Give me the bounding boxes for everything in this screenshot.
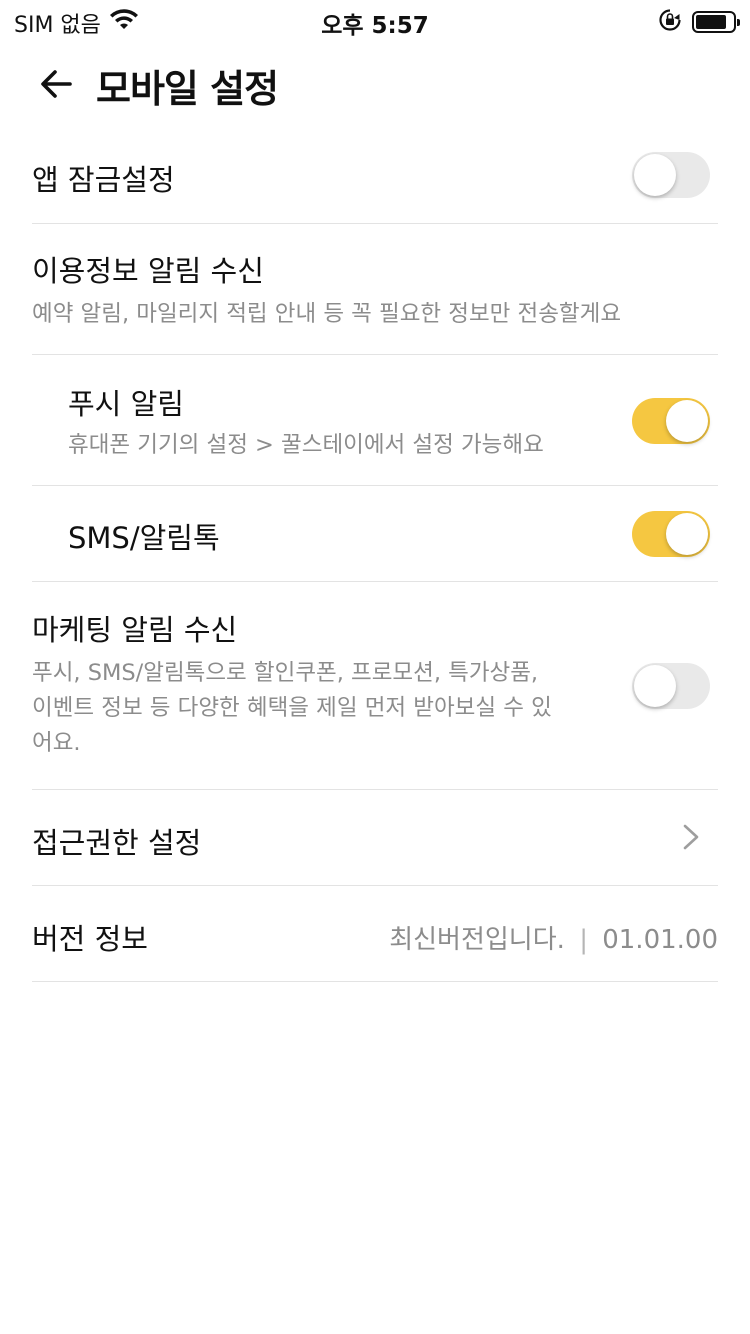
page-title: 모바일 설정 — [96, 67, 279, 111]
usage-notice-section: 이용정보 알림 수신 예약 알림, 마일리지 적립 안내 등 꼭 필요한 정보만… — [32, 224, 718, 355]
toggle-knob — [666, 400, 708, 442]
sms-toggle[interactable] — [632, 511, 710, 557]
status-bar: SIM 없음 오후 5:57 — [0, 0, 750, 40]
mobile-settings-screen: SIM 없음 오후 5:57 모바일 설정 앱 잠금설정 이용정보 알림 수신 … — [0, 0, 750, 1334]
usage-notice-description: 예약 알림, 마일리지 적립 안내 등 꼭 필요한 정보만 전송할게요 — [32, 301, 622, 327]
marketing-description: 푸시, SMS/알림톡으로 할인쿠폰, 프로모션, 특가상품, 이벤트 정보 등… — [32, 656, 552, 761]
back-arrow-icon — [41, 70, 72, 98]
sms-label: SMS/알림톡 — [68, 521, 220, 555]
back-button[interactable] — [34, 62, 78, 106]
marketing-description-line: 푸시, SMS/알림톡으로 할인쿠폰, 프로모션, 특가상품, — [32, 660, 539, 686]
marketing-row: 마케팅 알림 수신 푸시, SMS/알림톡으로 할인쿠폰, 프로모션, 특가상품… — [32, 582, 718, 790]
chevron-right-icon — [683, 824, 699, 850]
status-time: 오후 5:57 — [321, 13, 429, 39]
push-toggle[interactable] — [632, 398, 710, 444]
usage-notice-label: 이용정보 알림 수신 — [32, 254, 264, 288]
status-right — [658, 8, 740, 36]
version-value: 최신버전입니다. | 01.01.00 — [389, 919, 718, 956]
version-separator: | — [579, 925, 588, 955]
push-description: 휴대폰 기기의 설정 > 꿀스테이에서 설정 가능해요 — [68, 432, 544, 458]
app-lock-row: 앱 잠금설정 — [32, 130, 718, 224]
version-number: 01.01.00 — [602, 925, 718, 955]
page-header: 모바일 설정 — [0, 52, 750, 112]
marketing-description-line: 이벤트 정보 등 다양한 혜택을 제일 먼저 받아보실 수 있 — [32, 695, 552, 721]
sms-row: SMS/알림톡 — [32, 486, 718, 582]
orientation-lock-icon — [658, 8, 682, 36]
toggle-knob — [634, 154, 676, 196]
version-row: 버전 정보 최신버전입니다. | 01.01.00 — [32, 886, 718, 982]
push-row: 푸시 알림 휴대폰 기기의 설정 > 꿀스테이에서 설정 가능해요 — [32, 355, 718, 486]
battery-icon — [692, 11, 740, 33]
permissions-row[interactable]: 접근권한 설정 — [32, 790, 718, 886]
version-status: 최신버전입니다. — [389, 925, 565, 955]
toggle-knob — [666, 513, 708, 555]
version-label: 버전 정보 — [32, 922, 148, 956]
marketing-description-line: 어요. — [32, 730, 81, 756]
app-lock-toggle[interactable] — [632, 152, 710, 198]
marketing-label: 마케팅 알림 수신 — [32, 613, 238, 647]
toggle-knob — [634, 665, 676, 707]
app-lock-label: 앱 잠금설정 — [32, 163, 175, 197]
marketing-toggle[interactable] — [632, 663, 710, 709]
permissions-label: 접근권한 설정 — [32, 826, 202, 860]
push-label: 푸시 알림 — [68, 387, 184, 421]
